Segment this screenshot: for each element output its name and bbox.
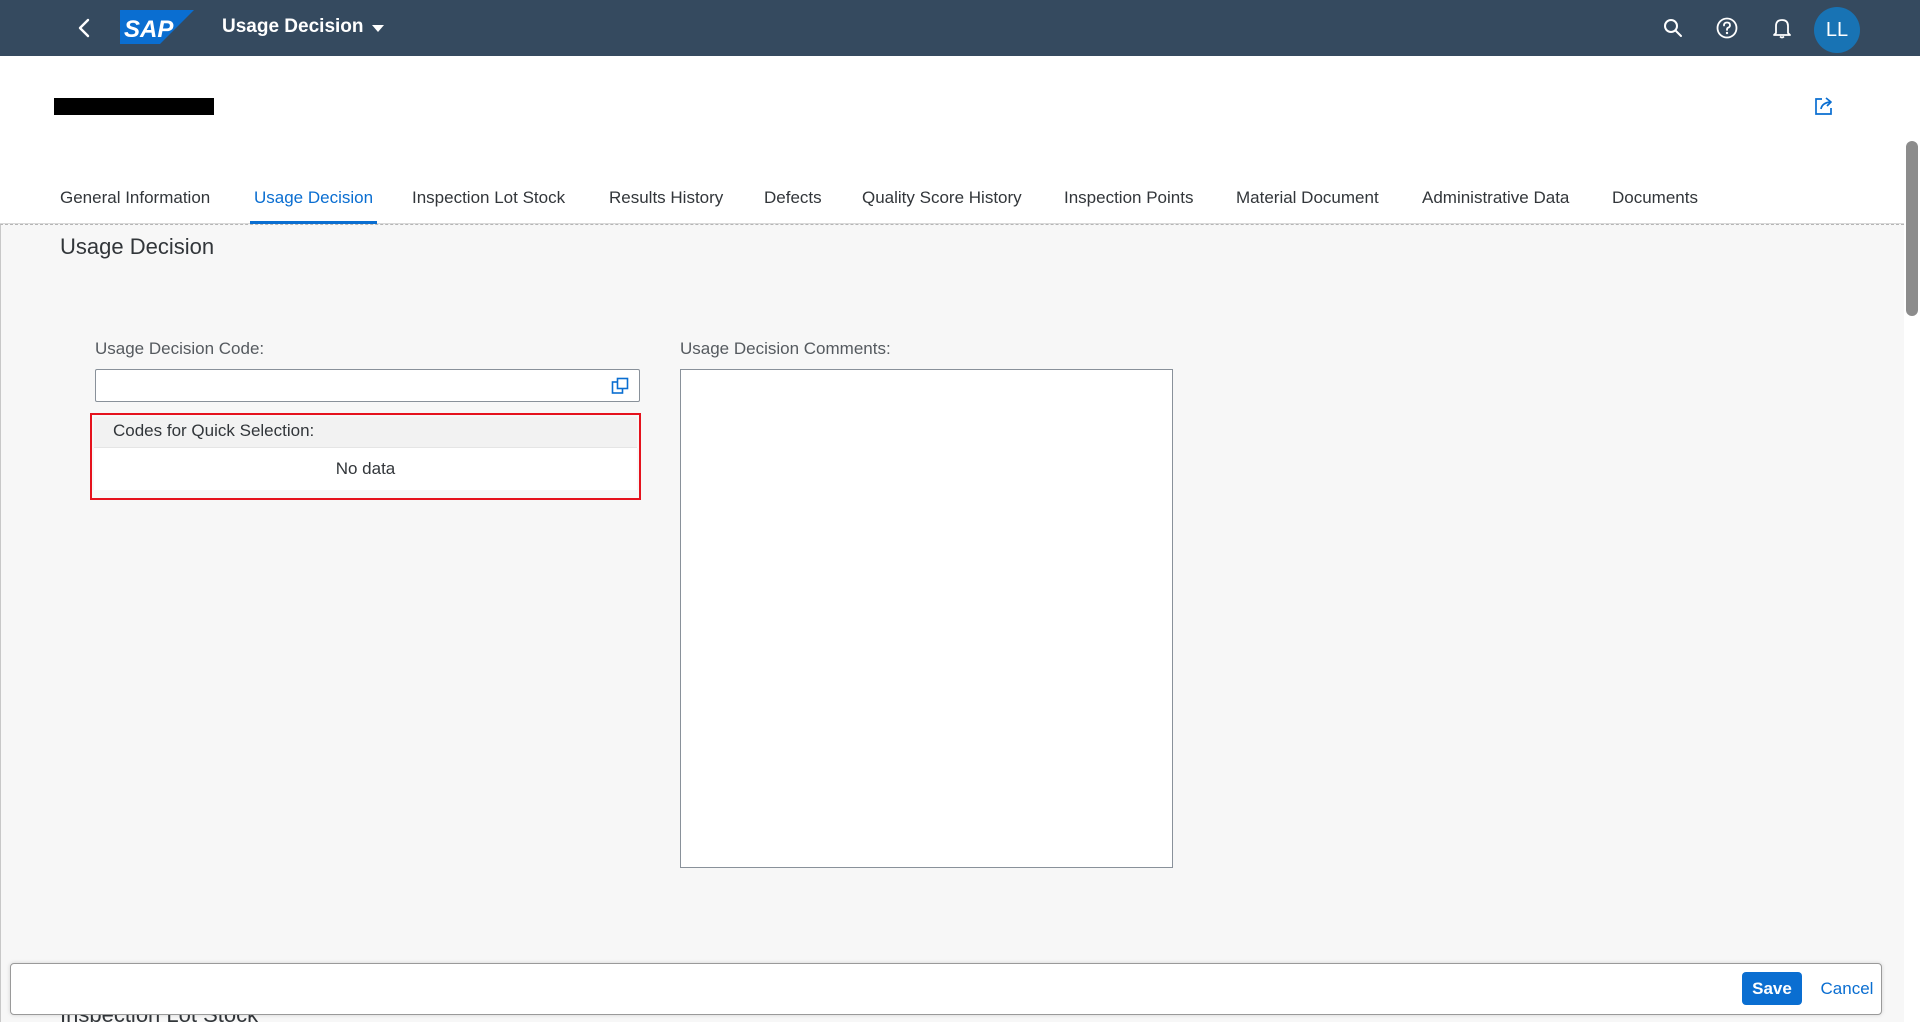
quick-selection-table: Codes for Quick Selection: No data bbox=[90, 413, 641, 500]
tab-documents[interactable]: Documents bbox=[1612, 182, 1698, 224]
usage-decision-comments-label: Usage Decision Comments: bbox=[680, 339, 891, 358]
cancel-button[interactable]: Cancel bbox=[1814, 972, 1880, 1005]
share-icon bbox=[1815, 97, 1832, 115]
avatar-initials: LL bbox=[1825, 18, 1849, 41]
tab-inspection-points[interactable]: Inspection Points bbox=[1064, 182, 1193, 224]
scrollbar-thumb[interactable] bbox=[1906, 141, 1918, 316]
search-icon bbox=[1664, 19, 1682, 37]
save-button[interactable]: Save bbox=[1742, 972, 1802, 1005]
tab-quality-score-history[interactable]: Quality Score History bbox=[862, 182, 1022, 224]
app-title-menu[interactable]: Usage Decision bbox=[222, 16, 384, 38]
tab-inspection-lot-stock[interactable]: Inspection Lot Stock bbox=[412, 182, 565, 224]
usage-decision-code-label: Usage Decision Code: bbox=[95, 339, 265, 358]
quick-selection-no-data: No data bbox=[94, 448, 637, 490]
search-button[interactable] bbox=[1657, 12, 1689, 44]
caret-down-icon bbox=[371, 24, 384, 32]
section-title: Usage Decision bbox=[60, 234, 215, 259]
tab-general-information[interactable]: General Information bbox=[60, 182, 210, 224]
tab-administrative-data[interactable]: Administrative Data bbox=[1422, 182, 1569, 224]
tab-defects[interactable]: Defects bbox=[764, 182, 822, 224]
sap-logo: SAP bbox=[120, 10, 194, 44]
usage-decision-comments-textarea[interactable] bbox=[680, 369, 1173, 868]
quick-selection-header: Codes for Quick Selection: bbox=[94, 417, 637, 448]
tab-usage-decision[interactable]: Usage Decision bbox=[249, 182, 378, 224]
back-icon bbox=[78, 18, 90, 38]
share-button[interactable] bbox=[1810, 92, 1838, 120]
help-icon bbox=[1716, 17, 1738, 39]
tab-material-document[interactable]: Material Document bbox=[1236, 182, 1379, 224]
bell-icon bbox=[1773, 19, 1791, 39]
svg-text:SAP: SAP bbox=[124, 16, 174, 43]
shell-bar: SAP Usage Decision LL bbox=[0, 0, 1920, 56]
usage-decision-code-input[interactable] bbox=[95, 369, 640, 402]
anchor-tab-bar: General Information Usage Decision Inspe… bbox=[0, 182, 1904, 224]
value-help-button[interactable] bbox=[609, 375, 631, 397]
value-help-icon bbox=[611, 377, 629, 394]
notifications-button[interactable] bbox=[1766, 12, 1798, 44]
footer-toolbar bbox=[10, 963, 1882, 1015]
redacted-object-title bbox=[54, 98, 214, 115]
app-title: Usage Decision bbox=[222, 16, 364, 37]
tab-results-history[interactable]: Results History bbox=[609, 182, 723, 224]
help-button[interactable] bbox=[1711, 12, 1743, 44]
user-avatar[interactable]: LL bbox=[1814, 7, 1860, 53]
back-button[interactable] bbox=[68, 12, 100, 44]
